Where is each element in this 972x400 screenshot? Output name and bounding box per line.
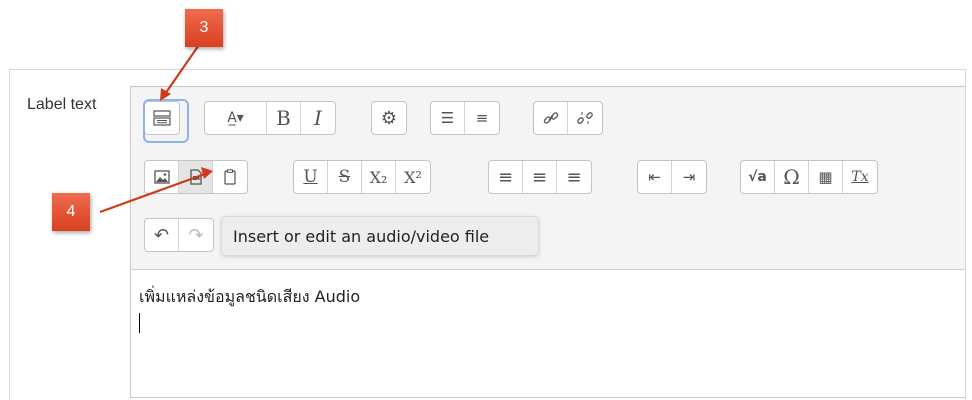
italic-icon: I: [314, 106, 322, 130]
clear-formatting-button[interactable]: Tx: [843, 161, 877, 193]
italic-button[interactable]: I: [301, 102, 335, 134]
toolbar-group-history: ↶ ↷: [144, 218, 214, 252]
toolbar-group-files: [144, 160, 248, 194]
indent-icon: ⇥: [682, 168, 696, 186]
ordered-list-button[interactable]: ≡: [465, 102, 499, 134]
unordered-list-icon: ☰: [440, 109, 455, 127]
align-right-button[interactable]: ≡: [557, 161, 591, 193]
bold-button[interactable]: B: [267, 102, 301, 134]
insert-media-button[interactable]: [179, 161, 213, 193]
unlink-icon: [577, 112, 593, 124]
strikethrough-button[interactable]: S: [328, 161, 362, 193]
equation-button[interactable]: √a: [741, 161, 775, 193]
font-style-button[interactable]: A̲▾: [205, 102, 267, 134]
redo-icon: ↷: [188, 224, 204, 246]
table-icon: ▦: [818, 168, 833, 186]
superscript-icon: X²: [404, 167, 422, 187]
indent-button[interactable]: ⇥: [672, 161, 706, 193]
outdent-button[interactable]: ⇤: [638, 161, 672, 193]
toolbar-group-style: A̲▾ B I: [204, 101, 336, 135]
undo-icon: ↶: [153, 224, 170, 246]
callout-marker-3: 3: [185, 9, 223, 47]
focus-ring: [143, 99, 189, 143]
align-right-icon: ≡: [566, 166, 582, 188]
manage-files-icon: [224, 169, 236, 185]
align-center-icon: ≡: [531, 166, 548, 188]
text-caret: [139, 313, 140, 333]
unlink-button[interactable]: [568, 102, 602, 134]
callout-marker-4: 4: [52, 193, 90, 231]
manage-files-button[interactable]: [213, 161, 247, 193]
clear-formatting-icon: Tx: [851, 169, 869, 185]
settings-gear-icon: ⚙: [380, 107, 398, 129]
settings-button[interactable]: ⚙: [372, 102, 406, 134]
align-left-button[interactable]: ≡: [489, 161, 523, 193]
field-label: Label text: [27, 96, 97, 113]
image-icon: [153, 170, 170, 184]
ordered-list-icon: ≡: [475, 109, 489, 127]
toolbar-group-align: ≡ ≡ ≡: [488, 160, 592, 194]
underline-icon: U: [303, 167, 318, 187]
toolbar-group-insert: √a Ω ▦ Tx: [740, 160, 878, 194]
subscript-button[interactable]: X₂: [362, 161, 396, 193]
align-left-icon: ≡: [497, 166, 514, 188]
strikethrough-icon: S: [338, 167, 351, 187]
undo-button[interactable]: ↶: [145, 219, 179, 251]
special-character-icon: Ω: [783, 165, 800, 189]
toolbar-group-links: [533, 101, 603, 135]
media-icon: [189, 169, 202, 185]
subscript-icon: X₂: [369, 167, 388, 187]
outdent-icon: ⇤: [648, 168, 661, 186]
font-style-icon: A̲▾: [227, 110, 244, 126]
unordered-list-button[interactable]: ☰: [431, 102, 465, 134]
align-center-button[interactable]: ≡: [523, 161, 557, 193]
link-button[interactable]: [534, 102, 568, 134]
tooltip: Insert or edit an audio/video file: [221, 216, 539, 256]
toolbar-group-format: U S X₂ X²: [293, 160, 431, 194]
toolbar-group-lists: ☰ ≡: [430, 101, 500, 135]
toolbar-group-settings: ⚙: [371, 101, 407, 135]
equation-icon: √a: [748, 169, 767, 185]
link-icon: [543, 112, 558, 124]
superscript-button[interactable]: X²: [396, 161, 430, 193]
special-character-button[interactable]: Ω: [775, 161, 809, 193]
underline-button[interactable]: U: [294, 161, 328, 193]
image-button[interactable]: [145, 161, 179, 193]
redo-button[interactable]: ↷: [179, 219, 213, 251]
toolbar-group-indent: ⇤ ⇥: [637, 160, 707, 194]
editor-content[interactable]: เพิ่มแหล่งข้อมูลชนิดเสียง Audio: [139, 285, 360, 310]
bold-icon: B: [276, 106, 291, 130]
table-button[interactable]: ▦: [809, 161, 843, 193]
